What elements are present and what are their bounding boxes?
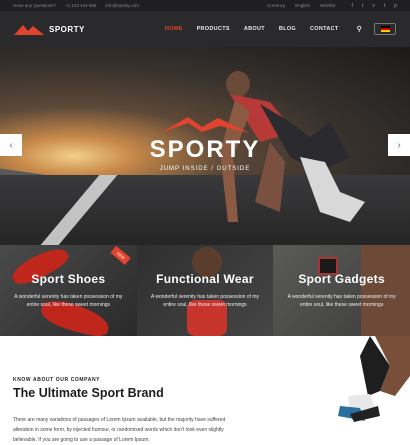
about-section: KNOW ABOUT OUR COMPANY The Ultimate Spor…	[0, 336, 410, 443]
about-text: There are many variations of passages of…	[13, 417, 226, 443]
facebook-icon[interactable]: f	[352, 3, 353, 9]
slider-prev-arrow-icon[interactable]: ‹	[0, 134, 22, 156]
phone-link[interactable]: +1 123 444 555	[65, 3, 96, 8]
category-text: A wonderful serenity has taken possessio…	[287, 294, 396, 308]
mountain-logo-icon	[14, 25, 44, 35]
category-text: A wonderful serenity has taken possessio…	[150, 294, 260, 308]
category-tile-shoes[interactable]: NEW Sport Shoes A wonderful serenity has…	[0, 245, 137, 336]
about-kicker: KNOW ABOUT OUR COMPANY	[13, 377, 101, 383]
category-tile-gadgets[interactable]: Sport Gadgets A wonderful serenity has t…	[273, 245, 410, 336]
hero-brand: SPORTY JUMP INSIDE / OUTSIDE	[140, 115, 270, 172]
category-title: Sport Shoes	[31, 272, 106, 286]
nav-item-home[interactable]: HOME	[165, 26, 183, 32]
logo-text: SPORTY	[49, 24, 85, 34]
hero-slider: SPORTY JUMP INSIDE / OUTSIDE ‹ ›	[0, 47, 410, 245]
language-dropdown[interactable]: English	[295, 3, 310, 8]
tumblr-icon[interactable]: t	[384, 3, 385, 9]
german-flag-icon	[380, 26, 390, 32]
site-logo[interactable]: SPORTY	[14, 23, 85, 35]
search-icon[interactable]: ⚲	[357, 25, 362, 33]
hero-mountain-icon	[160, 117, 250, 133]
top-bar: Have any Questions? +1 123 444 555 info@…	[0, 0, 410, 11]
arm-image	[361, 245, 410, 336]
pinterest-icon[interactable]: p	[394, 3, 397, 9]
category-title: Functional Wear	[156, 272, 254, 286]
language-selector[interactable]	[374, 23, 396, 35]
currency-dropdown[interactable]: Currency	[267, 3, 285, 8]
twitter-icon[interactable]: t	[362, 3, 363, 9]
question-text: Have any Questions?	[13, 3, 57, 8]
nav-item-contact[interactable]: CONTACT	[310, 26, 339, 32]
new-badge: NEW	[110, 245, 132, 266]
about-title: The Ultimate Sport Brand	[13, 386, 164, 400]
slider-next-arrow-icon[interactable]: ›	[388, 134, 410, 156]
nav-item-about[interactable]: ABOUT	[244, 26, 265, 32]
category-title: Sport Gadgets	[298, 272, 385, 286]
nav-menu: HOME PRODUCTS ABOUT BLOG CONTACT ⚲	[165, 25, 362, 33]
category-tiles: NEW Sport Shoes A wonderful serenity has…	[0, 245, 410, 336]
category-text: A wonderful serenity has taken possessio…	[14, 294, 123, 308]
category-tile-wear[interactable]: Functional Wear A wonderful serenity has…	[136, 245, 274, 336]
hero-title: SPORTY	[149, 136, 261, 163]
wishlist-link[interactable]: Wishlist	[320, 3, 336, 8]
nav-item-products[interactable]: PRODUCTS	[197, 26, 230, 32]
nav-item-blog[interactable]: BLOG	[279, 26, 296, 32]
email-link[interactable]: info@sporty.com	[105, 3, 139, 8]
athlete-image	[338, 336, 410, 422]
hero-subtitle: JUMP INSIDE / OUTSIDE	[159, 166, 251, 172]
main-navigation: SPORTY HOME PRODUCTS ABOUT BLOG CONTACT …	[0, 11, 410, 47]
vimeo-icon[interactable]: v	[372, 3, 375, 9]
